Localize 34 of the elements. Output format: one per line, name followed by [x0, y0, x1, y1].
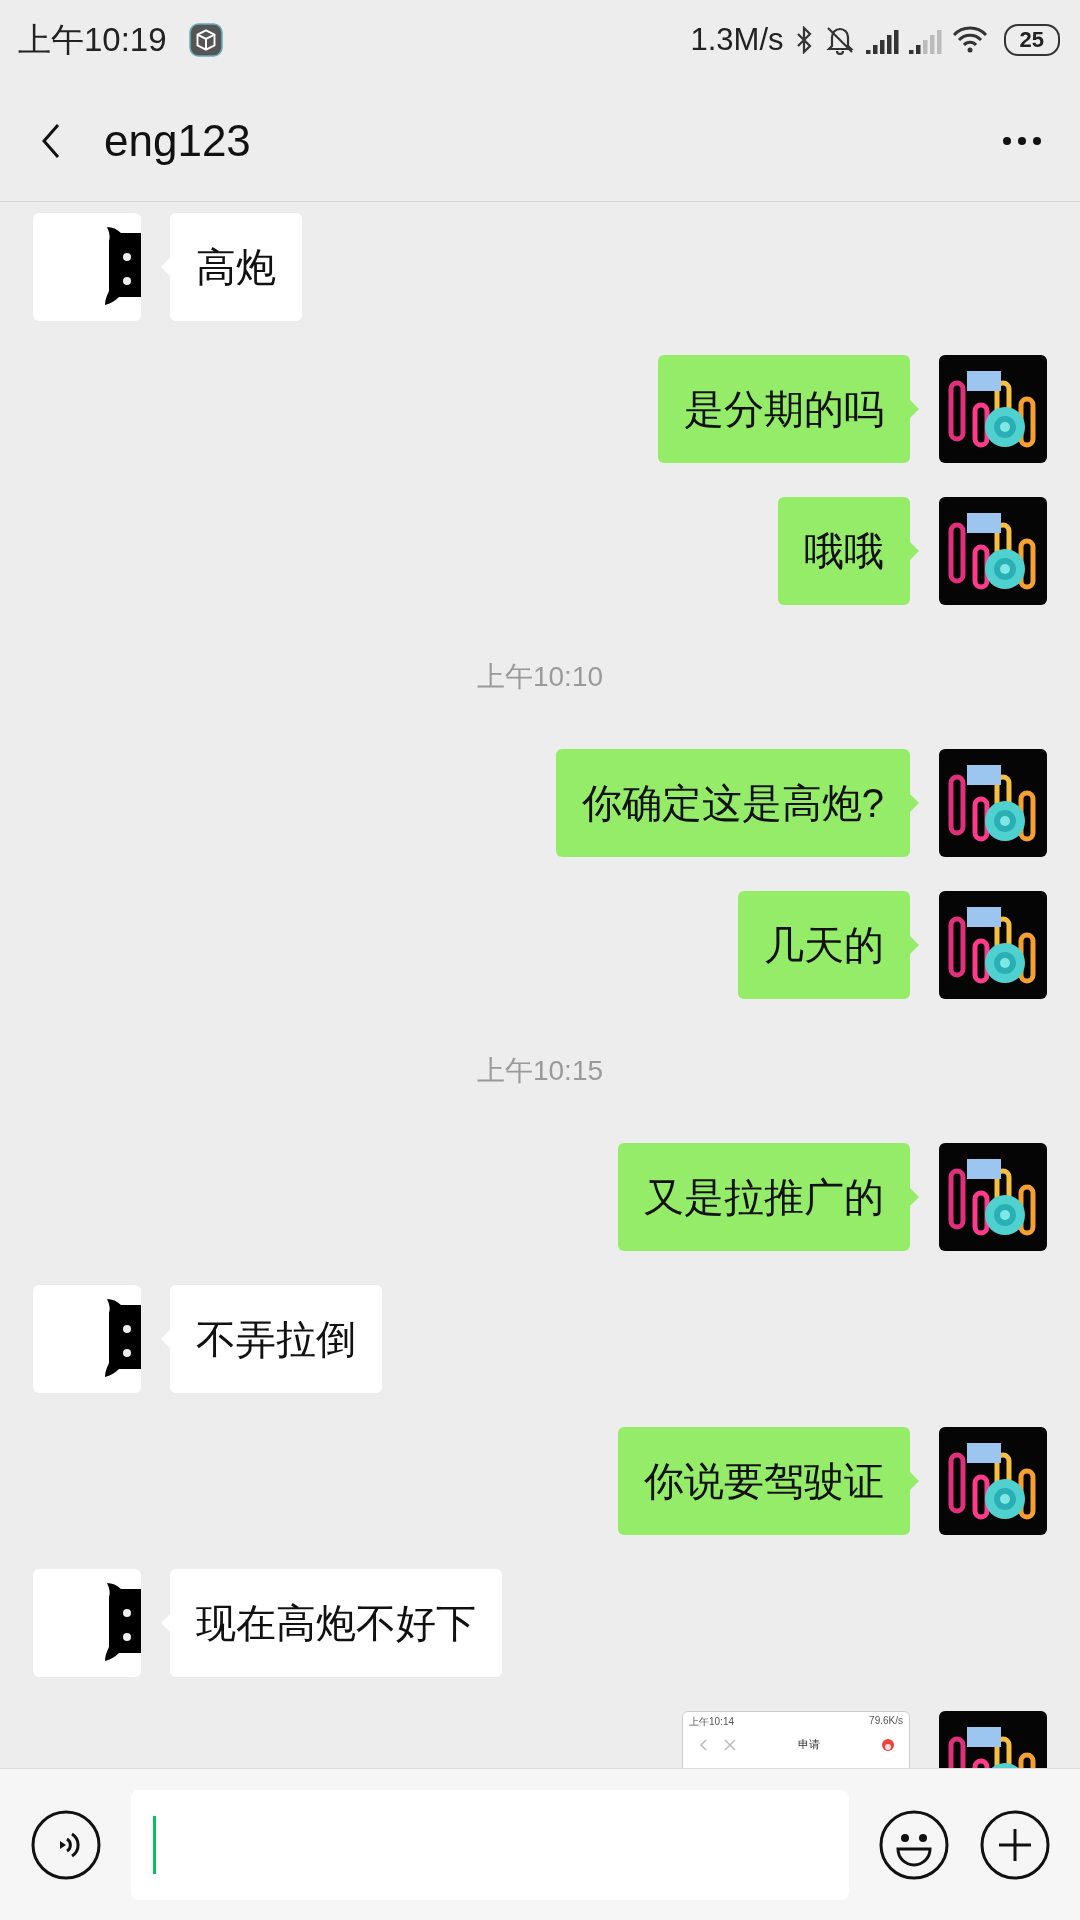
- screen-title: 申请: [797, 1737, 821, 1752]
- timestamp: 上午10:15: [476, 1054, 604, 1088]
- network-speed: 1.3M/s: [690, 22, 784, 58]
- bubble-tail: [910, 400, 919, 418]
- close-icon: [723, 1737, 737, 1752]
- plus-icon[interactable]: [979, 1808, 1051, 1881]
- bubble-tail: [910, 936, 919, 954]
- input-field[interactable]: [131, 1789, 849, 1900]
- message-bubble: 几天的: [738, 891, 910, 999]
- clock: 上午10:19: [18, 19, 167, 60]
- message-bubble: 哦哦: [778, 497, 910, 605]
- chat-title: eng123: [104, 115, 252, 166]
- message-bubble: 现在高炮不好下: [170, 1569, 502, 1677]
- avatar-icon: [881, 1737, 895, 1752]
- cube-icon: [188, 23, 223, 57]
- message-bubble: 不弄拉倒: [170, 1285, 382, 1393]
- bubble-tail: [910, 542, 919, 560]
- bubble-tail: [910, 1472, 919, 1490]
- network-speed: 79.6K/s: [869, 1715, 903, 1728]
- bubble-tail: [910, 794, 919, 812]
- battery-indicator: 25: [1003, 24, 1060, 56]
- bubble-tail: [910, 1188, 919, 1206]
- message-bubble: 你说要驾驶证: [618, 1427, 910, 1535]
- message-bubble: 你确定这是高炮?: [555, 749, 910, 857]
- emoji-icon[interactable]: [878, 1808, 950, 1881]
- clock: 上午10:14: [689, 1715, 735, 1729]
- more-icon[interactable]: [1002, 135, 1042, 146]
- message-bubble: 是分期的吗: [658, 355, 910, 463]
- message-bubble: 又是拉推广的: [618, 1143, 910, 1251]
- wifi-icon: [951, 25, 988, 55]
- timestamp: 上午10:10: [476, 660, 604, 694]
- voice-icon[interactable]: [30, 1808, 102, 1881]
- message-bubble: 高炮: [170, 213, 302, 321]
- screenshot-thumbnail[interactable]: 上午10:14 79.6K/s 申请: [682, 1711, 910, 1768]
